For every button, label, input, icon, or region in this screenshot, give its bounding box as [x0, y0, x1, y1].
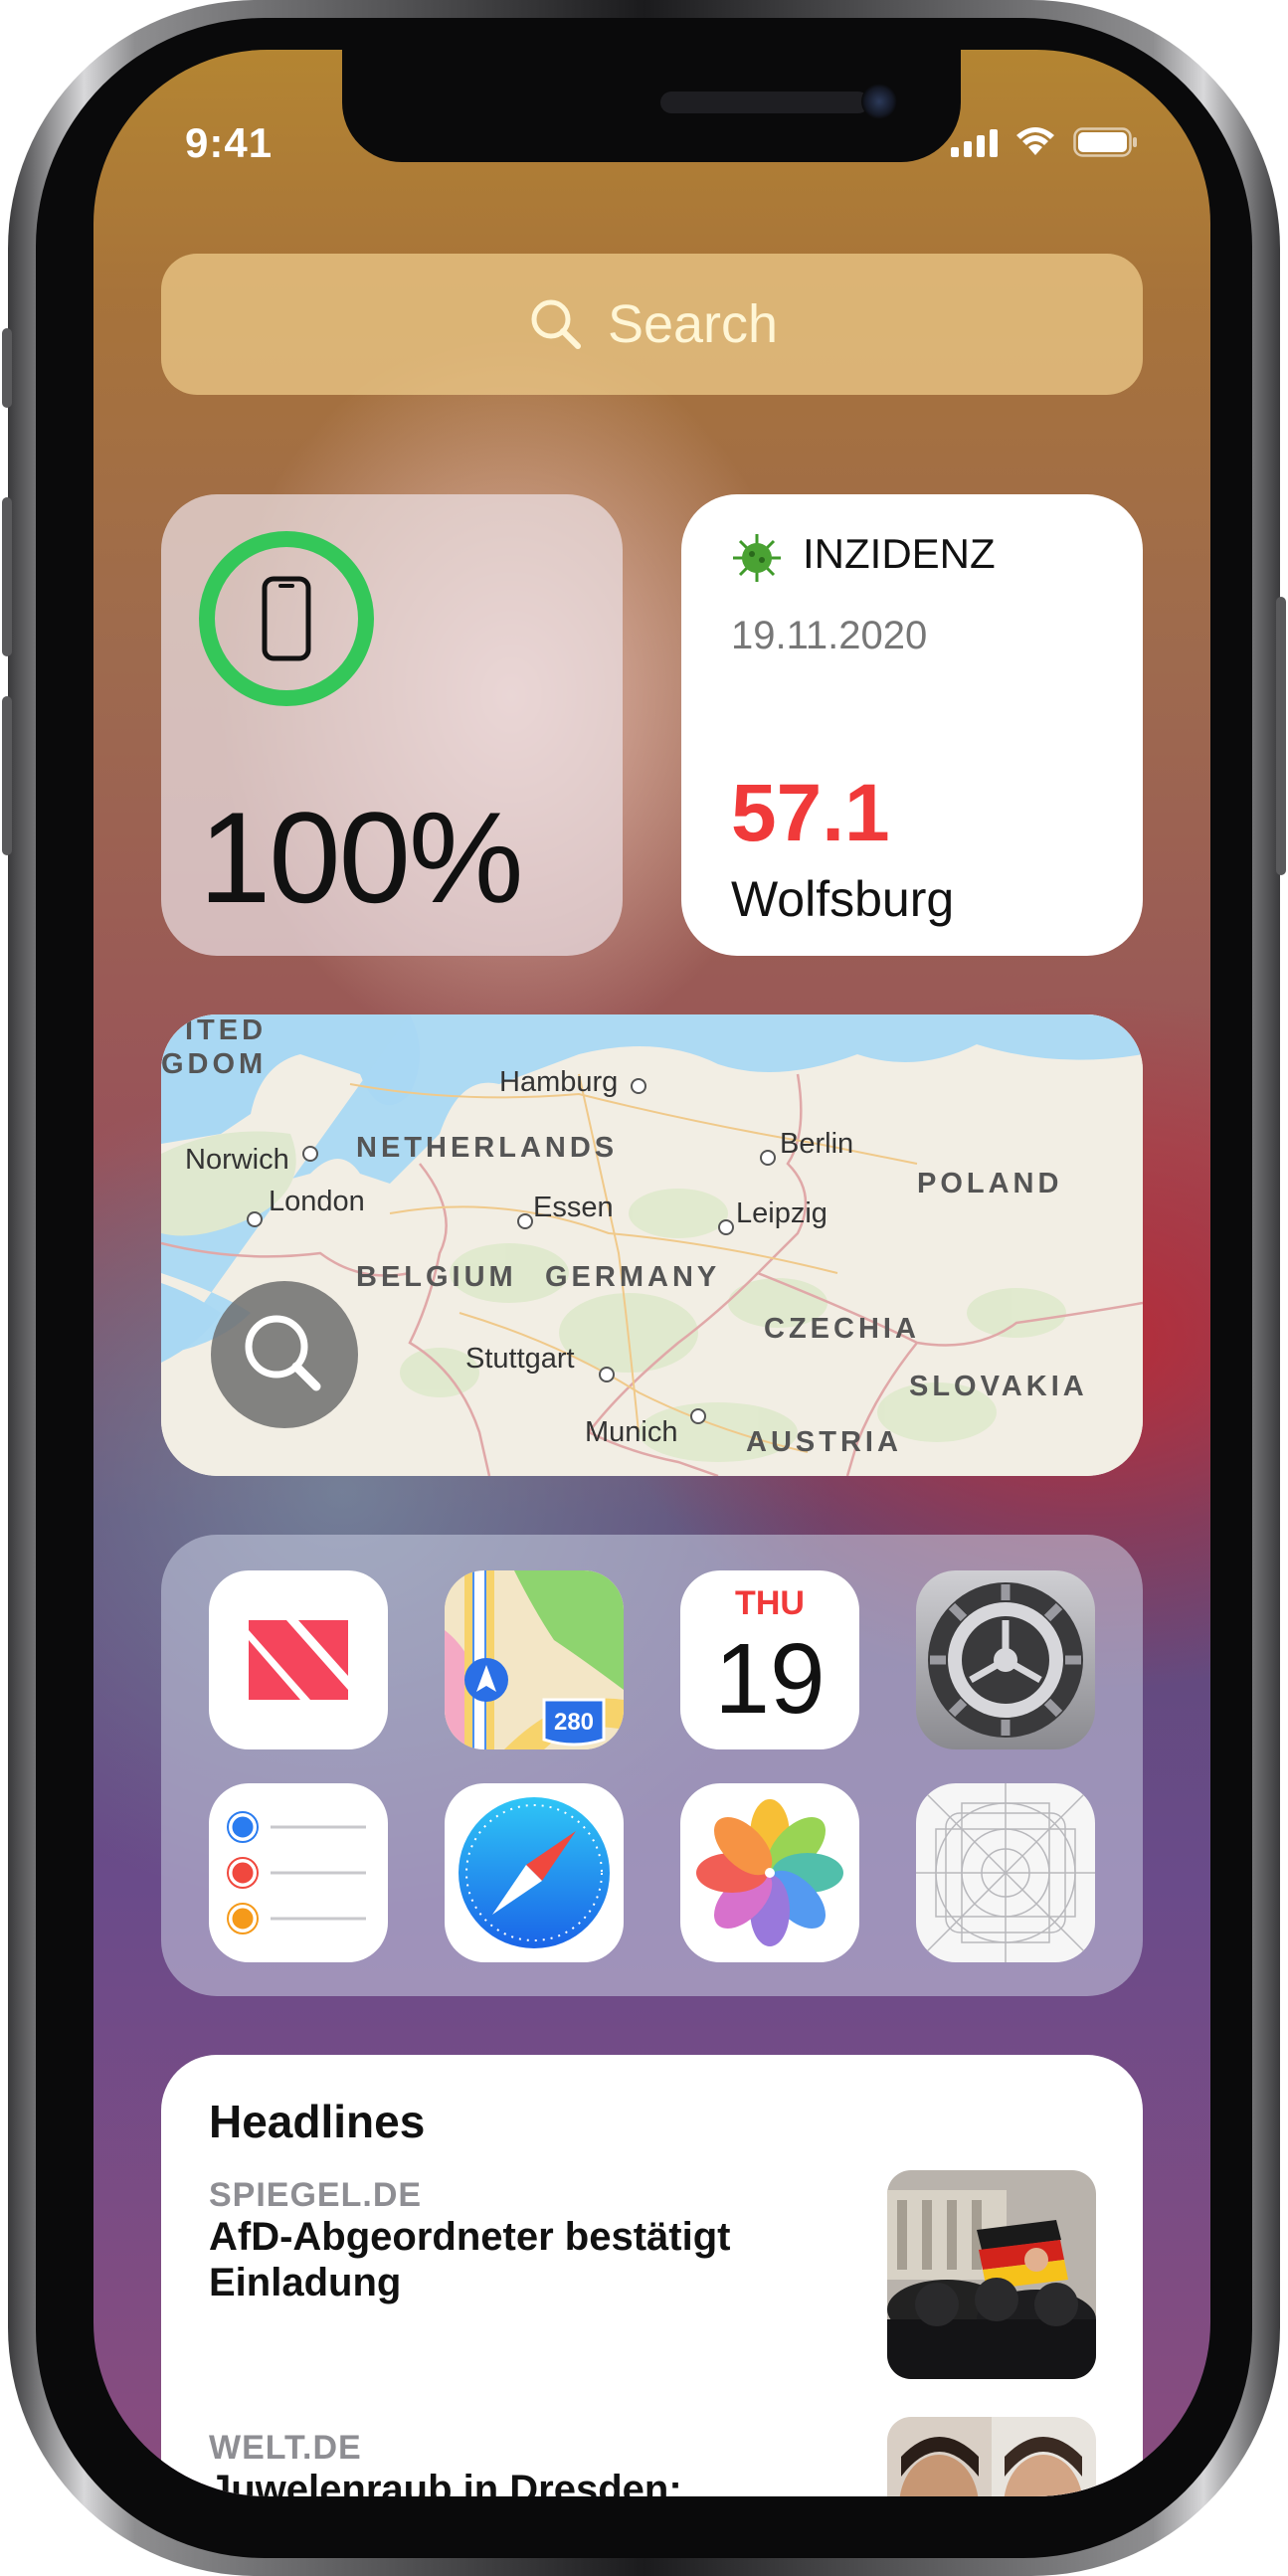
search-placeholder: Search	[607, 294, 779, 354]
news-source: WELT.DE	[209, 2429, 362, 2467]
calendar-weekday: THU	[735, 1584, 805, 1622]
news-headline[interactable]: Juwelenraub in Dresden:	[209, 2467, 826, 2496]
battery-status-icon	[1073, 127, 1137, 157]
news-widget[interactable]: Headlines SPIEGEL.DE AfD-Abgeordneter be…	[161, 2055, 1143, 2496]
battery-widget[interactable]: 100%	[161, 494, 623, 956]
today-view-screen: 9:41 Search 100% INZIDENZ 19.11.2020 57.…	[93, 50, 1210, 2496]
news-widget-title: Headlines	[209, 2096, 426, 2147]
news-thumbnail[interactable]	[887, 2417, 1096, 2496]
front-camera	[861, 84, 897, 119]
grid-template-glyph	[916, 1783, 1095, 1962]
news-photo-protest	[887, 2170, 1096, 2379]
maps-badge: 280	[554, 1709, 594, 1736]
side-button	[1276, 597, 1286, 875]
maps-app-icon[interactable]: 280	[445, 1570, 624, 1749]
gear-icon	[928, 1582, 1083, 1738]
calendar-app-icon[interactable]: THU 19	[680, 1570, 859, 1749]
maps-widget[interactable]: ITED GDOM NETHERLANDS BELGIUM GERMANY PO…	[161, 1014, 1143, 1476]
virus-icon	[733, 534, 781, 582]
incidence-city: Wolfsburg	[731, 871, 955, 927]
incidence-date: 19.11.2020	[731, 614, 928, 657]
news-app-icon[interactable]	[209, 1570, 388, 1749]
news-thumbnail[interactable]	[887, 2170, 1096, 2379]
volume-up-button	[2, 497, 12, 656]
news-source: SPIEGEL.DE	[209, 2176, 423, 2214]
compass-icon	[459, 1797, 610, 1948]
photos-glyph	[696, 1799, 843, 1946]
earpiece-speaker	[660, 92, 869, 113]
volume-down-button	[2, 696, 12, 855]
map-search-button[interactable]	[211, 1281, 358, 1428]
safari-app-icon[interactable]	[445, 1783, 624, 1962]
app-template-icon[interactable]	[916, 1783, 1095, 1962]
phone-frame: 9:41 Search 100% INZIDENZ 19.11.2020 57.…	[2, 0, 1286, 2576]
notch	[342, 50, 961, 162]
status-time: 9:41	[185, 119, 274, 166]
incidence-title: INZIDENZ	[803, 530, 996, 577]
news-headline[interactable]: AfD-Abgeordneter bestätigt Einladung	[209, 2214, 826, 2305]
cellular-signal-icon	[951, 129, 998, 157]
search-icon	[531, 299, 581, 349]
incidence-widget[interactable]: INZIDENZ 19.11.2020 57.1 Wolfsburg	[681, 494, 1143, 956]
battery-percentage: 100%	[199, 785, 523, 930]
status-icons	[951, 127, 1139, 157]
calendar-day: 19	[714, 1623, 826, 1735]
mute-switch	[2, 328, 12, 408]
reminders-app-icon[interactable]	[209, 1783, 388, 1962]
settings-app-icon[interactable]	[916, 1570, 1095, 1749]
news-photo-portraits	[887, 2417, 1096, 2496]
shortcuts-widget: 280 THU 19	[161, 1535, 1143, 1996]
incidence-value: 57.1	[731, 768, 890, 858]
news-glyph	[249, 1620, 348, 1700]
reminders-glyph	[227, 1811, 366, 1934]
search-field[interactable]: Search	[161, 254, 1143, 395]
maps-glyph: 280	[445, 1570, 624, 1749]
photos-app-icon[interactable]	[680, 1783, 859, 1962]
battery-ring	[199, 531, 374, 706]
magnifier-icon	[245, 1315, 321, 1391]
wifi-icon	[1016, 127, 1054, 155]
